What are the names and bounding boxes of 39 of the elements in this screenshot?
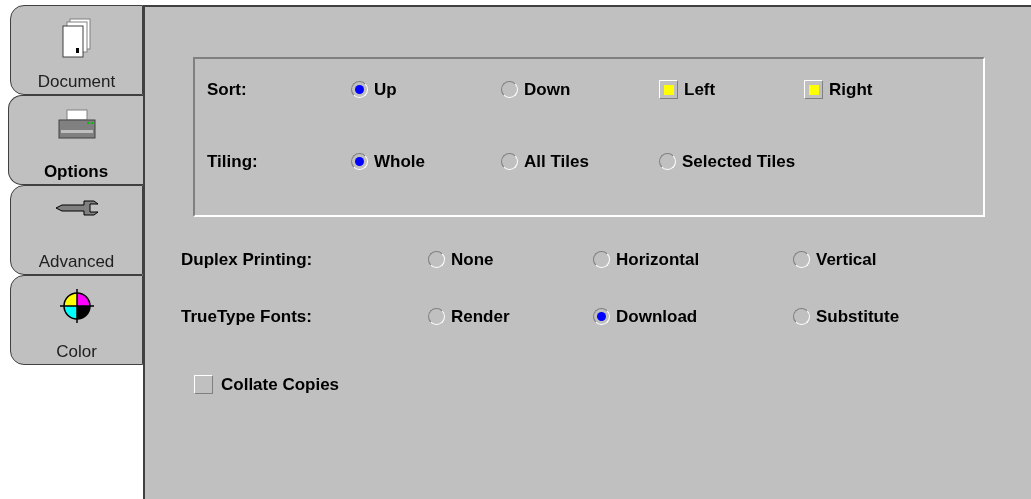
option-label: Left <box>684 79 716 101</box>
radio-button[interactable] <box>351 81 368 99</box>
radio-button[interactable] <box>593 251 610 269</box>
option-label: Whole <box>374 150 425 173</box>
option-label: Up <box>374 79 397 101</box>
option-label: None <box>451 249 494 271</box>
row-label: Sort: <box>207 79 248 101</box>
radio-button[interactable] <box>428 251 445 269</box>
radio-button[interactable] <box>428 307 445 325</box>
option-label: All Tiles <box>524 150 589 173</box>
radio-button[interactable] <box>501 152 518 170</box>
row-label: Tiling: <box>207 150 259 173</box>
color-wheel-icon <box>58 288 95 324</box>
option-label: Selected Tiles <box>682 150 796 173</box>
option-label: Horizontal <box>616 249 700 271</box>
radio-button[interactable] <box>501 81 518 99</box>
radio-button[interactable] <box>593 307 610 325</box>
option-label: Render <box>451 305 510 328</box>
checkbox[interactable] <box>804 80 823 100</box>
tab[interactable]: Color <box>10 275 143 365</box>
row-label: Duplex Printing: <box>181 249 314 271</box>
radio-button[interactable] <box>351 152 368 170</box>
checkbox[interactable] <box>659 80 678 100</box>
option-label: Right <box>829 79 873 101</box>
option-label: Down <box>524 79 571 101</box>
tab[interactable]: Options <box>8 95 143 185</box>
radio-button[interactable] <box>793 307 810 325</box>
checkbox[interactable] <box>194 375 213 395</box>
wrench-icon <box>53 198 100 218</box>
option-label: Download <box>616 305 698 328</box>
document-icon <box>61 18 92 58</box>
tab[interactable]: Advanced <box>10 185 143 275</box>
option-label: Substitute <box>816 305 900 328</box>
option-label: Collate Copies <box>221 374 340 396</box>
tab[interactable]: Document <box>10 5 143 95</box>
radio-button[interactable] <box>659 152 676 170</box>
option-label: Vertical <box>816 249 877 271</box>
radio-button[interactable] <box>793 251 810 269</box>
row-label: TrueType Fonts: <box>181 305 313 328</box>
